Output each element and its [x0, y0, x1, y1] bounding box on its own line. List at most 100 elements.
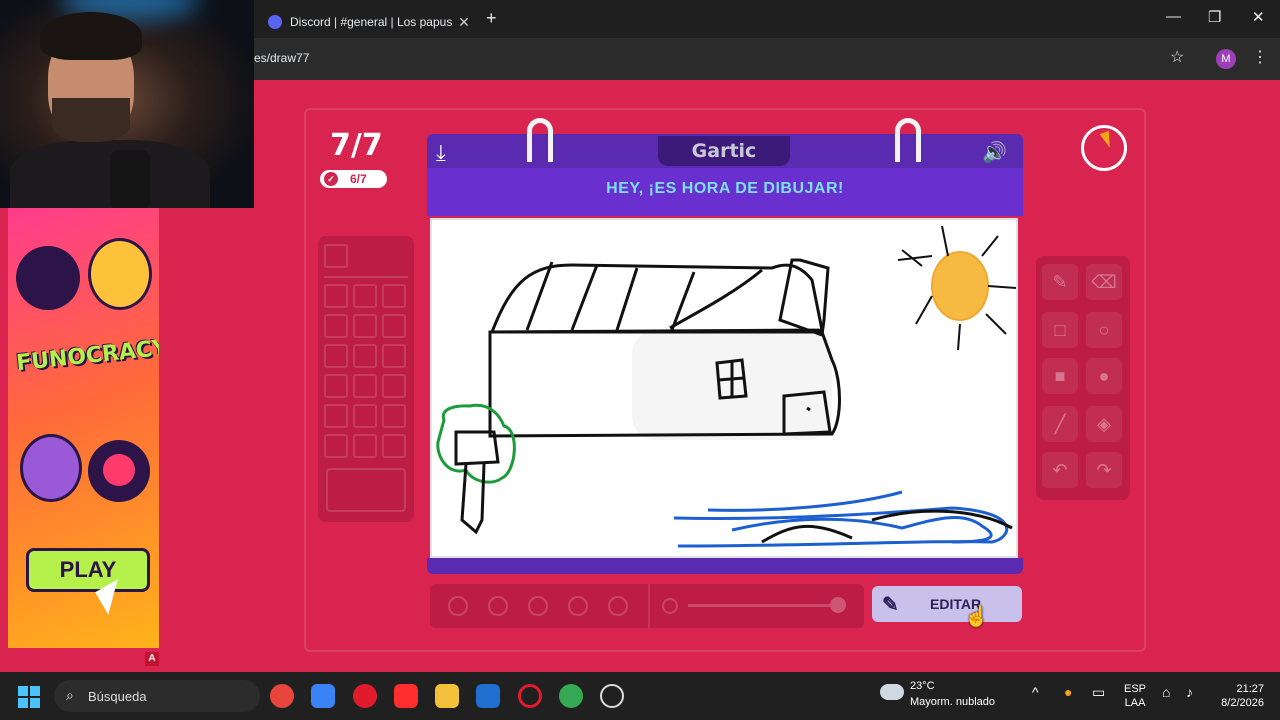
color-swatch[interactable]	[324, 404, 348, 428]
line-tool-icon[interactable]: ╱	[1042, 406, 1078, 442]
color-swatch[interactable]	[353, 404, 377, 428]
language-indicator[interactable]: ESP LAA	[1124, 682, 1146, 710]
close-tab-icon[interactable]: ✕	[456, 14, 472, 31]
webcam-person-hair	[40, 12, 142, 60]
blonde-character	[88, 238, 152, 310]
funocracy-logo: FUNOCRACY	[15, 335, 159, 377]
color-swatch[interactable]	[382, 284, 406, 308]
opacity-slider-track[interactable]	[688, 604, 830, 607]
download-icon[interactable]: ⤓	[436, 140, 446, 166]
volume-icon[interactable]: ♪	[1186, 684, 1193, 700]
color-swatch[interactable]	[353, 434, 377, 458]
brush-size-option[interactable]	[568, 596, 588, 616]
speaker-icon[interactable]: 🔊	[982, 140, 1007, 165]
clock-time: 21:27	[1236, 683, 1264, 695]
opera-gx-icon[interactable]	[518, 684, 542, 708]
color-swatch[interactable]	[353, 344, 377, 368]
lang-bottom: LAA	[1124, 697, 1146, 709]
tray-chevron-icon[interactable]: ^	[1032, 684, 1039, 700]
color-swatch[interactable]	[324, 434, 348, 458]
gartic-logo: Gartic	[658, 136, 790, 166]
color-palette	[318, 236, 414, 522]
color-swatch[interactable]	[324, 344, 348, 368]
chrome-icon[interactable]	[270, 684, 294, 708]
color-swatch[interactable]	[353, 314, 377, 338]
round-counter: 7/7	[330, 128, 383, 163]
taskbar-search[interactable]: ⌕ Búsqueda	[54, 680, 260, 712]
brush-size-option[interactable]	[608, 596, 628, 616]
circle-tool-icon[interactable]: ○	[1086, 312, 1122, 348]
board-bottom	[427, 558, 1023, 574]
taskbar-clock[interactable]: 21:27 8/2/2026	[1212, 682, 1264, 710]
board-ring-right	[895, 118, 921, 162]
palette-divider	[324, 276, 408, 278]
user-drawing	[436, 225, 1017, 548]
eraser-tool-icon[interactable]: ⌫	[1086, 264, 1122, 300]
cloud-icon	[880, 684, 904, 700]
profile-avatar[interactable]: M	[1216, 49, 1236, 69]
color-swatch[interactable]	[382, 404, 406, 428]
edit-button[interactable]: ✎ EDITAR	[872, 586, 1022, 622]
network-icon[interactable]: ⌂	[1162, 684, 1170, 700]
microphone-tray-icon[interactable]: ●	[1064, 684, 1072, 700]
windows-start-icon[interactable]	[18, 686, 40, 708]
brush-size-option[interactable]	[488, 596, 508, 616]
filled-circle-tool-icon[interactable]: ●	[1086, 358, 1122, 394]
board-ring-left	[527, 118, 553, 162]
sizes-divider	[648, 584, 650, 628]
funocracy-ad[interactable]: FUNOCRACY PLAY	[8, 208, 159, 648]
timer-clock	[1081, 125, 1127, 171]
lang-top: ESP	[1124, 683, 1147, 695]
color-swatch[interactable]	[382, 434, 406, 458]
pencil-tool-icon[interactable]: ✎	[1042, 264, 1078, 300]
windows-taskbar: ⌕ Búsqueda 23°C Mayorm. nublado ^ ● ▭ ES…	[0, 672, 1280, 720]
color-swatch[interactable]	[382, 374, 406, 398]
fill-bucket-tool-icon[interactable]: ◈	[1086, 406, 1122, 442]
color-swatch[interactable]	[382, 314, 406, 338]
color-swatch[interactable]	[382, 344, 406, 368]
rectangle-tool-icon[interactable]: □	[1042, 312, 1078, 348]
color-swatch[interactable]	[324, 284, 348, 308]
close-window-icon[interactable]: ✕	[1252, 8, 1265, 26]
menu-kebab-icon[interactable]: ⋮	[1252, 47, 1268, 67]
search-icon: ⌕	[66, 687, 74, 703]
color-swatch[interactable]	[353, 284, 377, 308]
color-swatch[interactable]	[324, 374, 348, 398]
bookmark-star-icon[interactable]: ☆	[1170, 47, 1184, 67]
chrome-profile-icon[interactable]	[559, 684, 583, 708]
copilot-icon[interactable]	[311, 684, 335, 708]
minimize-icon[interactable]: —	[1166, 8, 1181, 25]
opera-icon[interactable]	[353, 684, 377, 708]
ad-badge: A	[145, 652, 159, 666]
browser-tab-discord[interactable]: Discord | #general | Los papus ✕	[258, 6, 478, 38]
thumbs-up-character	[16, 246, 80, 310]
keyboard-icon[interactable]: ▭	[1092, 684, 1105, 701]
visual-studio-icon[interactable]	[476, 684, 500, 708]
opacity-slider-knob[interactable]	[830, 597, 846, 613]
pencil-icon: ✎	[882, 594, 899, 616]
new-tab-icon[interactable]: +	[486, 8, 497, 29]
restore-icon[interactable]: ❐	[1208, 8, 1221, 26]
tab-title: Discord | #general | Los papus	[290, 15, 453, 29]
ad-play-button[interactable]: PLAY	[26, 548, 150, 592]
redo-icon[interactable]: ↷	[1086, 452, 1122, 488]
weather-temp: 23°C	[910, 680, 935, 692]
angry-face-icon	[103, 454, 135, 486]
brush-size-option[interactable]	[448, 596, 468, 616]
drawing-canvas[interactable]	[430, 218, 1018, 558]
timer-progress-wedge	[1099, 130, 1115, 150]
color-swatch[interactable]	[324, 314, 348, 338]
brush-size-option[interactable]	[528, 596, 548, 616]
color-swatch[interactable]	[324, 244, 348, 268]
search-placeholder: Búsqueda	[88, 688, 147, 704]
current-color-swatch[interactable]	[326, 468, 406, 512]
file-explorer-icon[interactable]	[435, 684, 459, 708]
color-swatch[interactable]	[353, 374, 377, 398]
youtube-icon[interactable]	[394, 684, 418, 708]
url-text[interactable]: es/draw77	[254, 51, 309, 65]
filled-rectangle-tool-icon[interactable]: ■	[1042, 358, 1078, 394]
clock-date: 8/2/2026	[1221, 697, 1264, 709]
obs-icon[interactable]	[600, 684, 624, 708]
undo-icon[interactable]: ↶	[1042, 452, 1078, 488]
webcam-overlay	[0, 0, 254, 208]
